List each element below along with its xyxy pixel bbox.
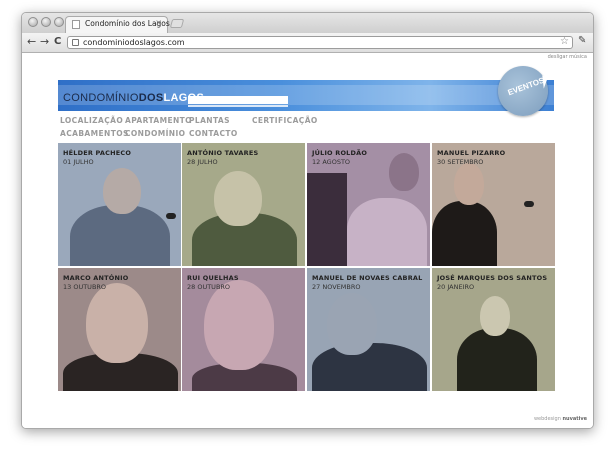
web-page: desligar música CONDOMÍNIODOSLAGOS EVENT… — [22, 53, 593, 428]
menu-item-apartamento[interactable]: APARTAMENTO — [125, 116, 192, 125]
menu-item-contacto[interactable]: CONTACTO — [189, 129, 238, 138]
zoom-window-icon[interactable] — [54, 17, 64, 27]
events-grid: HÉLDER PACHECO 01 JULHO ANTÓNIO TAVARES … — [58, 143, 555, 392]
site-logo[interactable]: CONDOMÍNIODOSLAGOS — [63, 92, 204, 104]
new-tab-button[interactable] — [169, 19, 185, 28]
back-arrow-icon[interactable]: ← — [27, 35, 36, 49]
browser-window: Condomínio dos Lagos × ← → C condominiod… — [21, 12, 594, 429]
event-date: 01 JULHO — [63, 158, 94, 166]
event-date: 27 NOVEMBRO — [312, 283, 361, 291]
event-card[interactable]: MARCO ANTÓNIO 13 OUTUBRO — [58, 268, 181, 391]
music-toggle-link[interactable]: desligar música — [548, 54, 587, 60]
tab-bar: Condomínio dos Lagos × — [22, 13, 593, 34]
footer-credit-label: webdesign — [533, 416, 561, 422]
footer-brand: nuvative — [562, 416, 587, 422]
menu-item-localizacao[interactable]: LOCALIZAÇÃO — [60, 116, 123, 125]
reload-icon[interactable]: C — [54, 35, 61, 49]
browser-tab[interactable]: Condomínio dos Lagos × — [65, 16, 170, 33]
event-speaker-name: MANUEL DE NOVAES CABRAL — [312, 274, 423, 282]
eventos-badge[interactable]: EVENTOS — [498, 66, 548, 116]
event-card[interactable]: JÚLIO ROLDÃO 12 AGOSTO — [307, 143, 430, 266]
wrench-icon[interactable]: ✎ — [578, 35, 586, 46]
event-date: 20 JANEIRO — [437, 283, 475, 291]
event-card[interactable]: HÉLDER PACHECO 01 JULHO — [58, 143, 181, 266]
menu-item-plantas[interactable]: PLANTAS — [189, 116, 230, 125]
close-tab-icon[interactable]: × — [155, 18, 162, 27]
event-date: 30 SETEMBRO — [437, 158, 484, 166]
site-header-banner: CONDOMÍNIODOSLAGOS — [58, 80, 554, 111]
forward-arrow-icon[interactable]: → — [40, 35, 49, 49]
event-speaker-name: ANTÓNIO TAVARES — [187, 149, 259, 157]
close-window-icon[interactable] — [28, 17, 38, 27]
page-icon — [72, 20, 80, 29]
logo-part-3: LAGOS — [163, 92, 205, 104]
event-speaker-name: HÉLDER PACHECO — [63, 149, 132, 157]
browser-toolbar: ← → C condominiodoslagos.com ☆ ✎ — [22, 33, 593, 53]
footer-credit[interactable]: webdesign nuvative — [534, 416, 587, 422]
page-icon — [72, 39, 79, 46]
event-card[interactable]: MANUEL PIZARRO 30 SETEMBRO — [432, 143, 555, 266]
bookmark-star-icon[interactable]: ☆ — [560, 36, 569, 47]
event-card[interactable]: MANUEL DE NOVAES CABRAL 27 NOVEMBRO — [307, 268, 430, 391]
logo-part-2: DOS — [138, 92, 164, 104]
minimize-window-icon[interactable] — [41, 17, 51, 27]
event-date: 28 OUTUBRO — [187, 283, 231, 291]
logo-underline — [188, 105, 288, 107]
event-date: 12 AGOSTO — [312, 158, 351, 166]
event-speaker-name: RUI QUELHAS — [187, 274, 239, 282]
event-speaker-name: MARCO ANTÓNIO — [63, 274, 129, 282]
url-text[interactable]: condominiodoslagos.com — [83, 37, 185, 49]
event-speaker-name: JOSÉ MARQUES DOS SANTOS — [437, 274, 548, 282]
menu-item-certificacao[interactable]: CERTIFICAÇÃO — [252, 116, 318, 125]
menu-item-acabamentos[interactable]: ACABAMENTOS — [60, 129, 129, 138]
menu-item-condominio[interactable]: CONDOMÍNIO — [125, 129, 185, 138]
event-date: 28 JULHO — [187, 158, 218, 166]
event-speaker-name: MANUEL PIZARRO — [437, 149, 506, 157]
event-date: 13 OUTUBRO — [63, 283, 107, 291]
event-card[interactable]: JOSÉ MARQUES DOS SANTOS 20 JANEIRO — [432, 268, 555, 391]
event-speaker-name: JÚLIO ROLDÃO — [312, 149, 368, 157]
logo-part-1: CONDOMÍNIO — [63, 92, 139, 104]
address-bar[interactable]: condominiodoslagos.com ☆ — [67, 36, 573, 49]
event-card[interactable]: ANTÓNIO TAVARES 28 JULHO — [182, 143, 305, 266]
event-card[interactable]: RUI QUELHAS 28 OUTUBRO — [182, 268, 305, 391]
